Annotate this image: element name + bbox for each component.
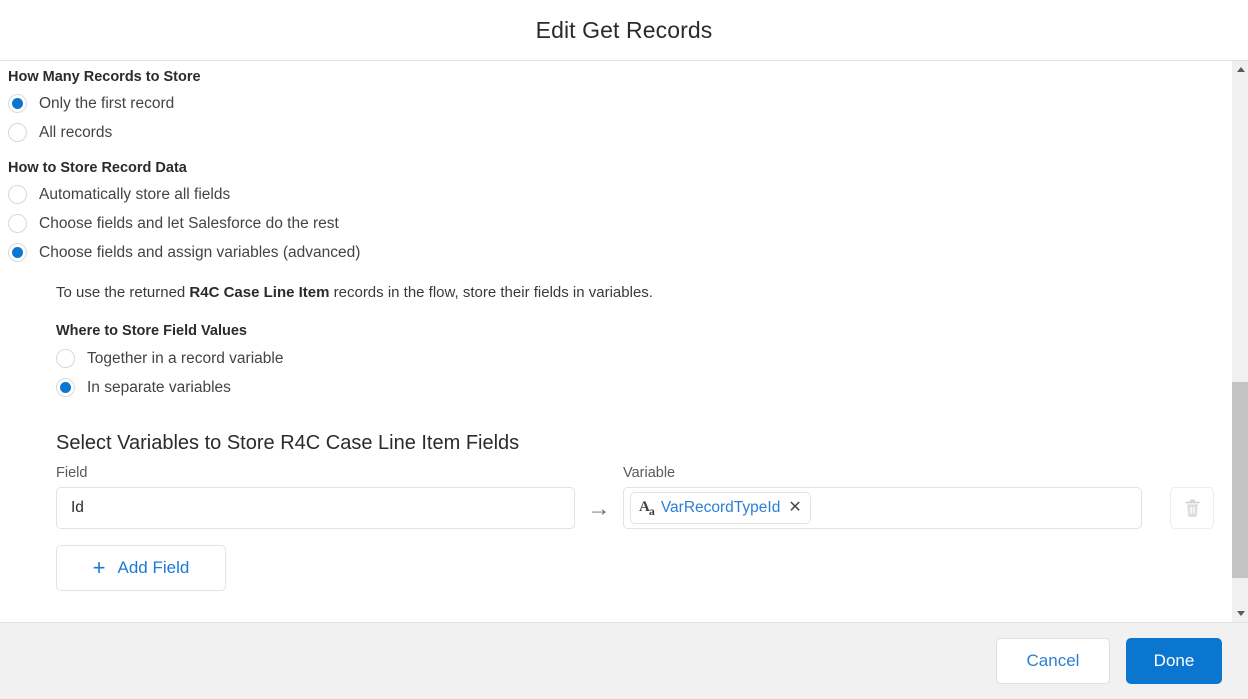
field-column-label: Field: [56, 465, 575, 481]
maps-to-arrow: →: [575, 487, 623, 529]
scrollbar-thumb[interactable]: [1232, 382, 1248, 578]
radio-in-separate-variables[interactable]: In separate variables: [56, 373, 1231, 402]
cancel-button[interactable]: Cancel: [996, 638, 1110, 684]
done-button[interactable]: Done: [1126, 638, 1222, 684]
caret-down-icon: [1237, 611, 1245, 616]
field-variable-row: Field Id → Variable Aa VarRecordTypeId ✕: [56, 465, 1207, 529]
trash-icon: [1184, 499, 1201, 518]
radio-automatically-store-all-fields[interactable]: Automatically store all fields: [8, 180, 1231, 209]
modal-header: Edit Get Records: [0, 0, 1248, 61]
how-many-records-legend: How Many Records to Store: [8, 69, 1231, 85]
description-suffix: records in the flow, store their fields …: [329, 284, 652, 301]
text-type-icon: Aa: [639, 500, 654, 517]
plus-icon: +: [93, 557, 106, 579]
field-column: Field Id: [56, 465, 575, 529]
radio-indicator-together-in-record-variable[interactable]: [56, 349, 75, 368]
radio-indicator-all-records[interactable]: [8, 123, 27, 142]
radio-choose-fields-salesforce-rest[interactable]: Choose fields and let Salesforce do the …: [8, 209, 1231, 238]
arrow-right-icon: →: [588, 497, 611, 520]
variable-pill[interactable]: Aa VarRecordTypeId ✕: [630, 492, 811, 524]
add-field-button[interactable]: + Add Field: [56, 545, 226, 591]
radio-indicator-choose-fields-assign-variables[interactable]: [8, 243, 27, 262]
radio-choose-fields-assign-variables[interactable]: Choose fields and assign variables (adva…: [8, 238, 1231, 267]
store-fields-description: To use the returned R4C Case Line Item r…: [56, 283, 1231, 303]
delete-row-column: [1142, 487, 1214, 529]
remove-variable-icon[interactable]: ✕: [787, 500, 802, 516]
radio-label-all-records: All records: [39, 125, 112, 141]
field-input[interactable]: Id: [56, 487, 575, 529]
radio-label-automatically-store-all-fields: Automatically store all fields: [39, 187, 230, 203]
modal-scroll-content: How Many Records to Store Only the first…: [0, 61, 1231, 622]
where-to-store-legend: Where to Store Field Values: [56, 323, 1231, 339]
section-spacer: [0, 147, 1231, 160]
description-object-name: R4C Case Line Item: [189, 284, 329, 301]
radio-label-choose-fields-salesforce-rest: Choose fields and let Salesforce do the …: [39, 216, 339, 232]
scroll-down-button[interactable]: [1232, 605, 1248, 622]
description-prefix: To use the returned: [56, 284, 189, 301]
caret-up-icon: [1237, 67, 1245, 72]
radio-only-first-record[interactable]: Only the first record: [8, 89, 1231, 118]
how-to-store-legend: How to Store Record Data: [8, 160, 1231, 176]
radio-indicator-only-first-record[interactable]: [8, 94, 27, 113]
variable-column-label: Variable: [623, 465, 1142, 481]
modal-footer: Cancel Done: [0, 622, 1248, 699]
radio-indicator-in-separate-variables[interactable]: [56, 378, 75, 397]
radio-label-only-first-record: Only the first record: [39, 96, 174, 112]
radio-label-in-separate-variables: In separate variables: [87, 380, 231, 396]
variable-column: Variable Aa VarRecordTypeId ✕: [623, 465, 1142, 529]
scroll-up-button[interactable]: [1232, 61, 1248, 78]
radio-label-choose-fields-assign-variables: Choose fields and assign variables (adva…: [39, 245, 360, 261]
vertical-scrollbar[interactable]: [1231, 61, 1248, 622]
radio-indicator-automatically-store-all-fields[interactable]: [8, 185, 27, 204]
modal-body-wrapper: How Many Records to Store Only the first…: [0, 61, 1248, 622]
radio-indicator-choose-fields-salesforce-rest[interactable]: [8, 214, 27, 233]
select-variables-heading: Select Variables to Store R4C Case Line …: [56, 432, 1231, 455]
variable-pill-label: VarRecordTypeId: [661, 499, 780, 517]
add-field-label: Add Field: [118, 558, 190, 578]
variable-combobox[interactable]: Aa VarRecordTypeId ✕: [623, 487, 1142, 529]
page-title: Edit Get Records: [536, 17, 713, 44]
radio-all-records[interactable]: All records: [8, 118, 1231, 147]
delete-row-button: [1170, 487, 1214, 529]
radio-together-in-record-variable[interactable]: Together in a record variable: [56, 344, 1231, 373]
radio-label-together-in-record-variable: Together in a record variable: [87, 351, 283, 367]
